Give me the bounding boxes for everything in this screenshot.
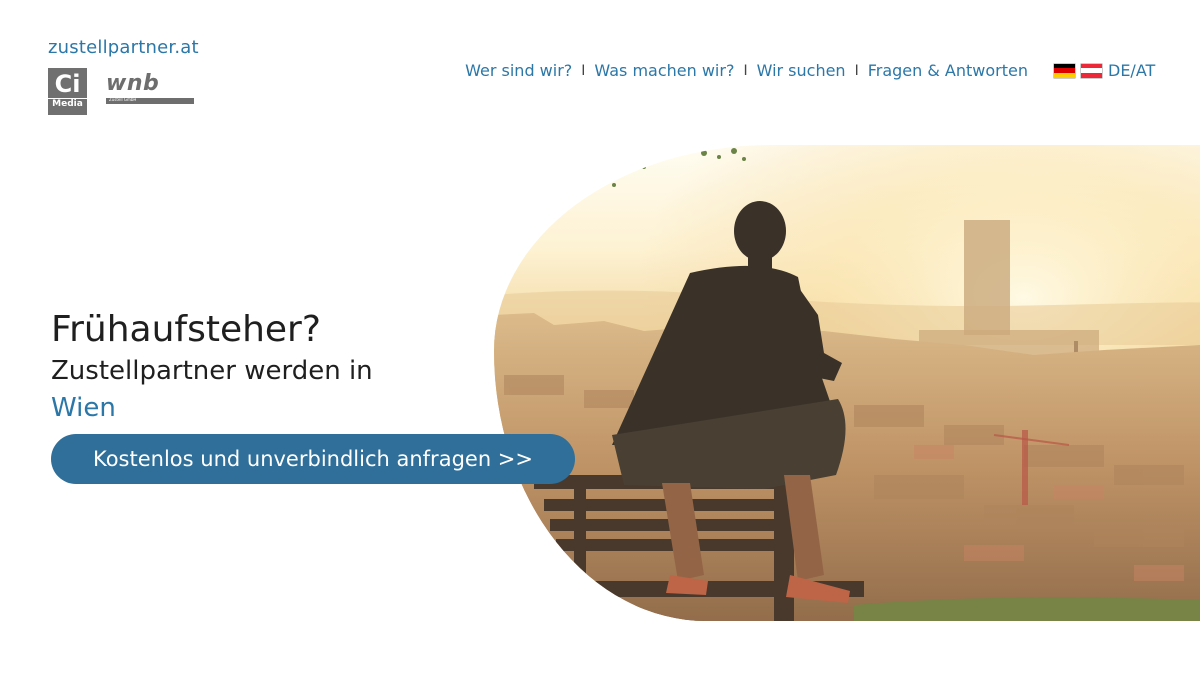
- hero-headline: Frühaufsteher?: [51, 309, 321, 350]
- site-name-link[interactable]: zustellpartner.at: [48, 37, 199, 58]
- nav-separator: I: [854, 62, 859, 79]
- nav-link-was-machen-wir[interactable]: Was machen wir?: [594, 61, 734, 80]
- hero-subline: Zustellpartner werden in: [51, 356, 373, 386]
- nav-link-fragen-antworten[interactable]: Fragen & Antworten: [868, 61, 1028, 80]
- landing-page: zustellpartner.at Ci Media wnb Zustell G…: [0, 0, 1200, 680]
- main-nav: Wer sind wir? I Was machen wir? I Wir su…: [465, 61, 1028, 80]
- nav-separator: I: [743, 62, 748, 79]
- wnb-logo-subtext: Zustell GmbH: [109, 97, 137, 102]
- nav-link-wer-sind-wir[interactable]: Wer sind wir?: [465, 61, 572, 80]
- language-switcher[interactable]: DE/AT: [1054, 61, 1155, 80]
- nav-link-wir-suchen[interactable]: Wir suchen: [757, 61, 846, 80]
- wnb-logo-text: wnb: [106, 71, 160, 96]
- ci-logo-subtext: Media: [48, 98, 87, 110]
- ci-logo-text: Ci: [54, 70, 81, 98]
- hero-illustration: [494, 145, 1200, 621]
- language-label[interactable]: DE/AT: [1108, 61, 1155, 80]
- hero-image: [494, 145, 1200, 621]
- german-flag-icon[interactable]: [1054, 63, 1075, 78]
- wnb-logo[interactable]: wnb Zustell GmbH: [106, 72, 194, 108]
- austrian-flag-icon[interactable]: [1081, 63, 1102, 78]
- hero-city: Wien: [51, 393, 116, 423]
- request-cta-button[interactable]: Kostenlos und unverbindlich anfragen >>: [51, 434, 575, 484]
- ci-media-logo[interactable]: Ci Media: [48, 68, 87, 115]
- nav-separator: I: [581, 62, 586, 79]
